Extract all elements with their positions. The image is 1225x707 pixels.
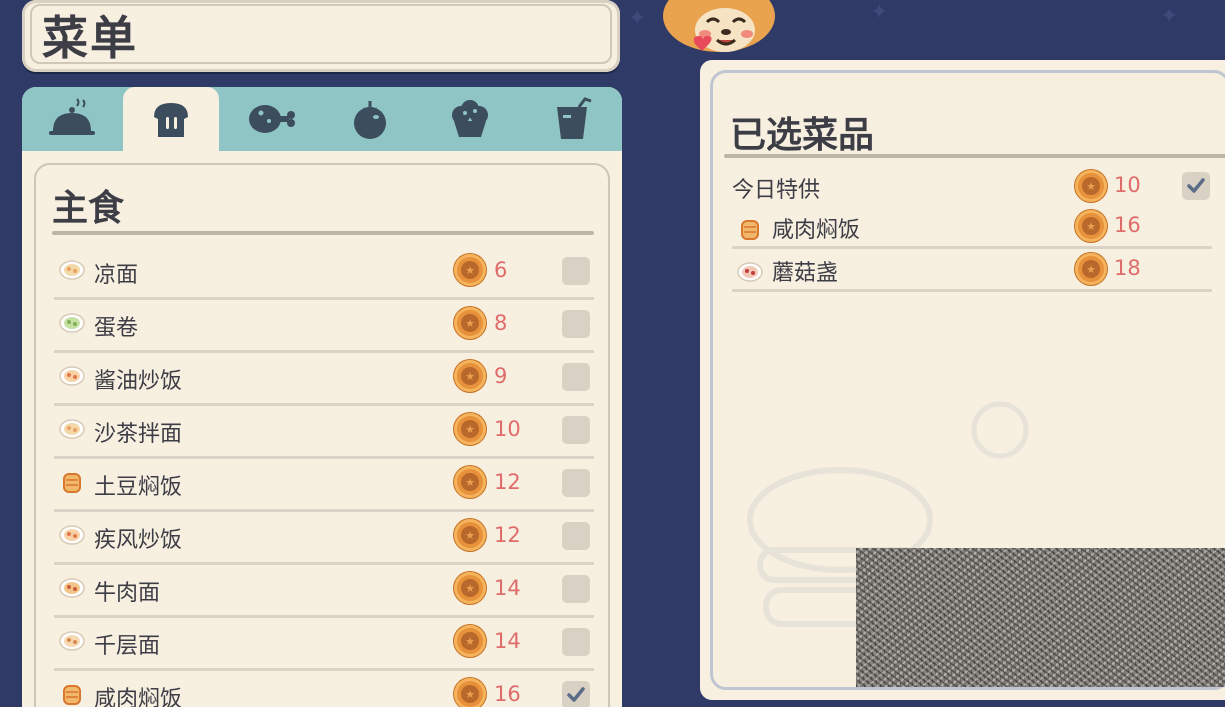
dish-row[interactable]: 咸肉焖饭 ★ 16 [54,671,594,707]
category-tab-bar [22,87,622,151]
dish-checkbox[interactable] [562,681,590,707]
coin-icon: ★ [454,572,486,604]
coin-icon: ★ [1075,170,1107,202]
dish-checkbox[interactable] [562,363,590,391]
dish-name: 牛肉面 [94,581,161,606]
lasagna-icon [59,631,85,651]
dish-row[interactable]: 土豆焖饭 ★ 12 [54,459,594,512]
dish-price: 14 [494,629,521,653]
dish-row[interactable]: 牛肉面 ★ 14 [54,565,594,618]
dish-checkbox[interactable] [562,416,590,444]
dish-name: 疾风炒饭 [94,528,183,553]
tab-cloche[interactable] [24,87,120,151]
dish-name: 今日特供 [732,178,821,203]
dish-price: 16 [494,682,521,706]
tab-meat[interactable] [222,87,318,151]
dish-checkbox[interactable] [562,628,590,656]
fried-rice-icon [59,525,85,545]
tab-tomato[interactable] [322,87,418,151]
dish-price: 10 [494,417,521,441]
dish-name: 蘑菇盏 [772,261,839,286]
rice-bowl-icon [63,685,81,705]
coin-icon: ★ [454,519,486,551]
selected-dish-row[interactable]: 咸肉焖饭 ★ 16 [732,206,1212,249]
coin-icon: ★ [454,360,486,392]
coin-icon: ★ [454,413,486,445]
dish-row[interactable]: 酱油炒饭 ★ 9 [54,353,594,406]
dish-checkbox[interactable] [562,522,590,550]
egg-roll-icon [59,313,85,333]
selected-dish-row[interactable]: 今日特供 ★ 10 [732,166,1212,206]
dish-row[interactable]: 凉面 ★ 6 [54,247,594,300]
category-title: 主食 [52,188,125,229]
star-decoration: ✦ [628,6,647,31]
coin-icon: ★ [454,466,486,498]
dish-checkbox[interactable] [562,575,590,603]
dish-price: 14 [494,576,521,600]
meat-icon [249,105,295,133]
rice-bowl-icon [63,473,81,493]
bread-icon [154,103,188,137]
dish-name: 凉面 [94,263,139,288]
star-decoration: ✦ [1160,4,1179,29]
dish-price: 6 [494,258,508,282]
fried-rice-icon [59,366,85,386]
divider [52,231,594,235]
rice-bowl-icon [741,220,759,240]
divider [724,154,1225,158]
obscured-region [856,548,1225,687]
dog-mascot-icon [663,0,775,52]
dish-checkbox[interactable] [562,257,590,285]
dish-row[interactable]: 千层面 ★ 14 [54,618,594,671]
dish-name: 千层面 [94,634,161,659]
dish-name: 咸肉焖饭 [94,687,183,707]
dish-price: 12 [494,470,521,494]
dish-row[interactable]: 蛋卷 ★ 8 [54,300,594,353]
coin-icon: ★ [454,254,486,286]
dish-name: 沙茶拌面 [94,422,183,447]
checkmark-icon [567,687,585,702]
dish-name: 土豆焖饭 [94,475,183,500]
cloche-icon [49,98,95,135]
drink-icon [557,97,592,139]
dish-name: 蛋卷 [94,316,139,341]
dish-price: 10 [1114,173,1141,197]
tab-bread[interactable] [123,87,219,151]
selected-dish-row[interactable]: 蘑菇盏 ★ 18 [732,249,1212,292]
star-decoration: ✦ [870,0,889,25]
dish-price: 16 [1114,213,1141,237]
selected-title: 已选菜品 [730,115,875,156]
dish-list-card: 主食 凉面 ★ 6 蛋卷 ★ 8 酱油炒饭 ★ 9 沙茶拌面 ★ 10 土豆焖饭 ★ 12 疾风炒饭 ★ 12 牛肉… [34,163,610,707]
checkmark-icon [1187,178,1205,193]
coin-icon: ★ [454,678,486,707]
coin-icon: ★ [454,625,486,657]
menu-panel: 主食 凉面 ★ 6 蛋卷 ★ 8 酱油炒饭 ★ 9 沙茶拌面 ★ 10 土豆焖饭 ★ 12 疾风炒饭 ★ 12 牛肉… [22,87,622,707]
muffin-icon [452,100,488,137]
dish-checkbox[interactable] [1182,172,1210,200]
dish-list: 凉面 ★ 6 蛋卷 ★ 8 酱油炒饭 ★ 9 沙茶拌面 ★ 10 土豆焖饭 ★ 12 疾风炒饭 ★ 12 牛肉面 ★ 1… [54,247,594,707]
dish-name: 酱油炒饭 [94,369,183,394]
dish-name: 咸肉焖饭 [772,218,861,243]
coin-icon: ★ [454,307,486,339]
dish-price: 18 [1114,256,1141,280]
beef-noodle-icon [59,578,85,598]
dish-price: 9 [494,364,508,388]
dish-checkbox[interactable] [562,310,590,338]
mushroom-dish-icon [737,262,763,282]
dish-row[interactable]: 疾风炒饭 ★ 12 [54,512,594,565]
dish-row[interactable]: 沙茶拌面 ★ 10 [54,406,594,459]
noodle-icon [59,419,85,439]
tab-drink[interactable] [524,87,620,151]
noodle-icon [59,260,85,280]
dish-checkbox[interactable] [562,469,590,497]
dish-price: 12 [494,523,521,547]
coin-icon: ★ [1075,253,1107,285]
coin-icon: ★ [1075,210,1107,242]
menu-title: 菜单 [42,11,138,65]
menu-title-bar: 菜单 [22,0,620,72]
dish-price: 8 [494,311,508,335]
selected-list: 今日特供 ★ 10 咸肉焖饭 ★ 16 蘑菇盏 ★ 18 [732,166,1212,292]
tomato-icon [354,101,386,139]
tab-muffin[interactable] [422,87,518,151]
